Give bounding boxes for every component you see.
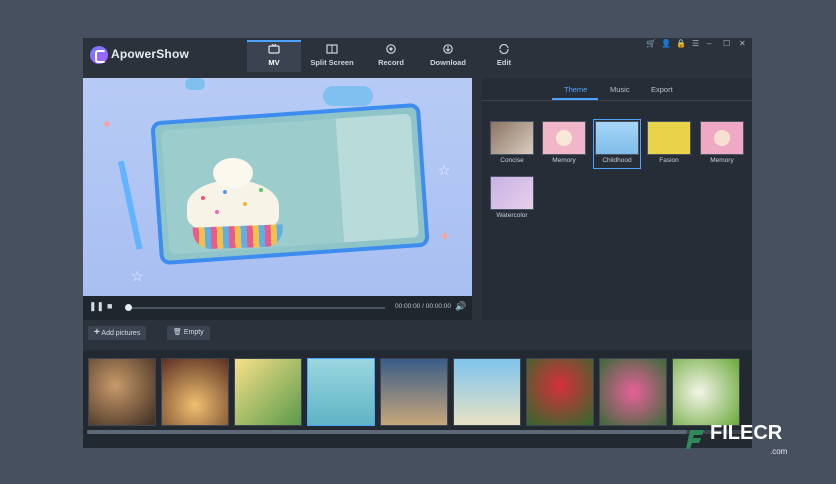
theme-thumbnail (490, 176, 534, 210)
tab-split-screen-label: Split Screen (310, 58, 354, 67)
active-tab-indicator (552, 98, 598, 100)
edit-icon (499, 44, 509, 54)
mv-icon (268, 44, 280, 54)
picture-thumbnail[interactable] (88, 358, 156, 426)
tab-record-label: Record (378, 58, 404, 67)
theme-thumbnail (647, 121, 691, 155)
tab-export[interactable]: Export (651, 85, 673, 94)
tab-split-screen[interactable]: Split Screen (305, 42, 359, 70)
pause-icon[interactable]: ❚❚ (89, 301, 104, 312)
user-icon[interactable]: 👤 (661, 39, 671, 48)
lock-icon[interactable]: 🔒 (676, 39, 686, 48)
tab-download-label: Download (430, 58, 466, 67)
theme-thumbnail (700, 121, 744, 155)
theme-label: Memory (710, 157, 734, 164)
watermark-sub: .com (770, 447, 788, 456)
cloud-decoration (185, 78, 205, 90)
theme-memory-2[interactable]: Memory (699, 120, 745, 168)
cloud-decoration (323, 86, 373, 106)
strip-scrollbar-thumb[interactable] (87, 430, 687, 434)
sprinkle (201, 196, 205, 200)
time-readout: 00:00:00 / 00:00:00 (395, 303, 452, 310)
tab-edit[interactable]: Edit (477, 42, 531, 70)
star-decoration: ✦ (439, 228, 451, 244)
tab-download[interactable]: Download (421, 42, 475, 70)
tab-edit-label: Edit (496, 58, 512, 67)
app-window: ApowerShow MV Split Screen Record Downlo… (83, 38, 752, 448)
picture-thumbnail[interactable] (380, 358, 448, 426)
theme-thumbnail (490, 121, 534, 155)
theme-childhood[interactable]: Childhood (593, 119, 641, 169)
title-bar: ApowerShow MV Split Screen Record Downlo… (83, 38, 752, 74)
empty-button[interactable]: 🗑 Empty (167, 326, 210, 340)
panel-tabs: Theme Music Export (482, 78, 752, 101)
trash-icon: 🗑 (173, 329, 182, 336)
photo-frame (150, 102, 430, 266)
theme-label: Fasion (659, 157, 679, 164)
cart-icon[interactable]: 🛒 (646, 39, 656, 48)
theme-thumbnail (595, 121, 639, 155)
volume-icon[interactable]: 🔊 (455, 301, 466, 312)
sprinkle (215, 210, 219, 214)
menu-icon[interactable]: ☰ (692, 39, 699, 48)
star-decoration: ☆ (131, 268, 144, 284)
record-icon (386, 44, 396, 54)
plus-icon: + (94, 327, 100, 338)
tab-record[interactable]: Record (364, 42, 418, 70)
theme-memory[interactable]: Memory (541, 120, 587, 168)
tab-mv[interactable]: MV (247, 40, 301, 72)
picture-thumbnail[interactable] (526, 358, 594, 426)
tab-mv-label: MV (268, 58, 280, 67)
picture-thumbnail[interactable] (307, 358, 375, 426)
picture-thumbnail[interactable] (161, 358, 229, 426)
download-icon (443, 44, 453, 54)
progress-bar[interactable] (125, 307, 385, 309)
star-decoration: ✦ (101, 116, 113, 132)
close-icon[interactable]: ✕ (739, 39, 746, 48)
tab-music[interactable]: Music (610, 85, 630, 94)
picture-thumbnail[interactable] (453, 358, 521, 426)
picture-thumbnail[interactable] (672, 358, 740, 426)
app-title: ApowerShow (111, 47, 190, 61)
picture-thumbnail[interactable] (234, 358, 302, 426)
cupcake-top (213, 158, 253, 188)
minimize-icon[interactable]: – (707, 39, 711, 48)
theme-label: Memory (552, 157, 576, 164)
sprinkle (243, 202, 247, 206)
watermark-logo-icon (686, 430, 704, 449)
theme-label: Childhood (602, 157, 632, 164)
watermark-text: FILECR (710, 422, 783, 444)
stop-icon[interactable]: ■ (107, 301, 112, 311)
cupcake-wrapper (192, 224, 284, 250)
picture-strip (83, 350, 752, 448)
split-screen-icon (326, 44, 338, 54)
maximize-icon[interactable]: ☐ (723, 39, 730, 48)
add-pictures-button[interactable]: + Add pictures (88, 326, 147, 340)
video-preview: ☆ ☆ ✦ ✦ (83, 78, 472, 296)
picture-thumbnail[interactable] (599, 358, 667, 426)
theme-watercolor[interactable]: Watercolor (489, 175, 535, 223)
theme-label: Concise (500, 157, 524, 164)
sprinkle (223, 190, 227, 194)
theme-concise[interactable]: Concise (489, 120, 535, 168)
theme-panel: Theme Music Export Concise Memory Childh… (482, 78, 752, 320)
empty-label: Empty (183, 329, 204, 336)
add-pictures-label: Add pictures (101, 330, 141, 337)
app-logo-icon (90, 46, 108, 64)
player-controls: ❚❚ ■ 00:00:00 / 00:00:00 🔊 (83, 296, 472, 320)
picture-toolbar: + Add pictures 🗑 Empty (83, 322, 752, 346)
theme-thumbnail (542, 121, 586, 155)
star-decoration: ☆ (438, 162, 451, 178)
tab-theme[interactable]: Theme (564, 85, 587, 94)
progress-handle[interactable] (125, 304, 132, 311)
theme-label: Watercolor (496, 212, 528, 219)
theme-fasion[interactable]: Fasion (646, 120, 692, 168)
sprinkle (259, 188, 263, 192)
